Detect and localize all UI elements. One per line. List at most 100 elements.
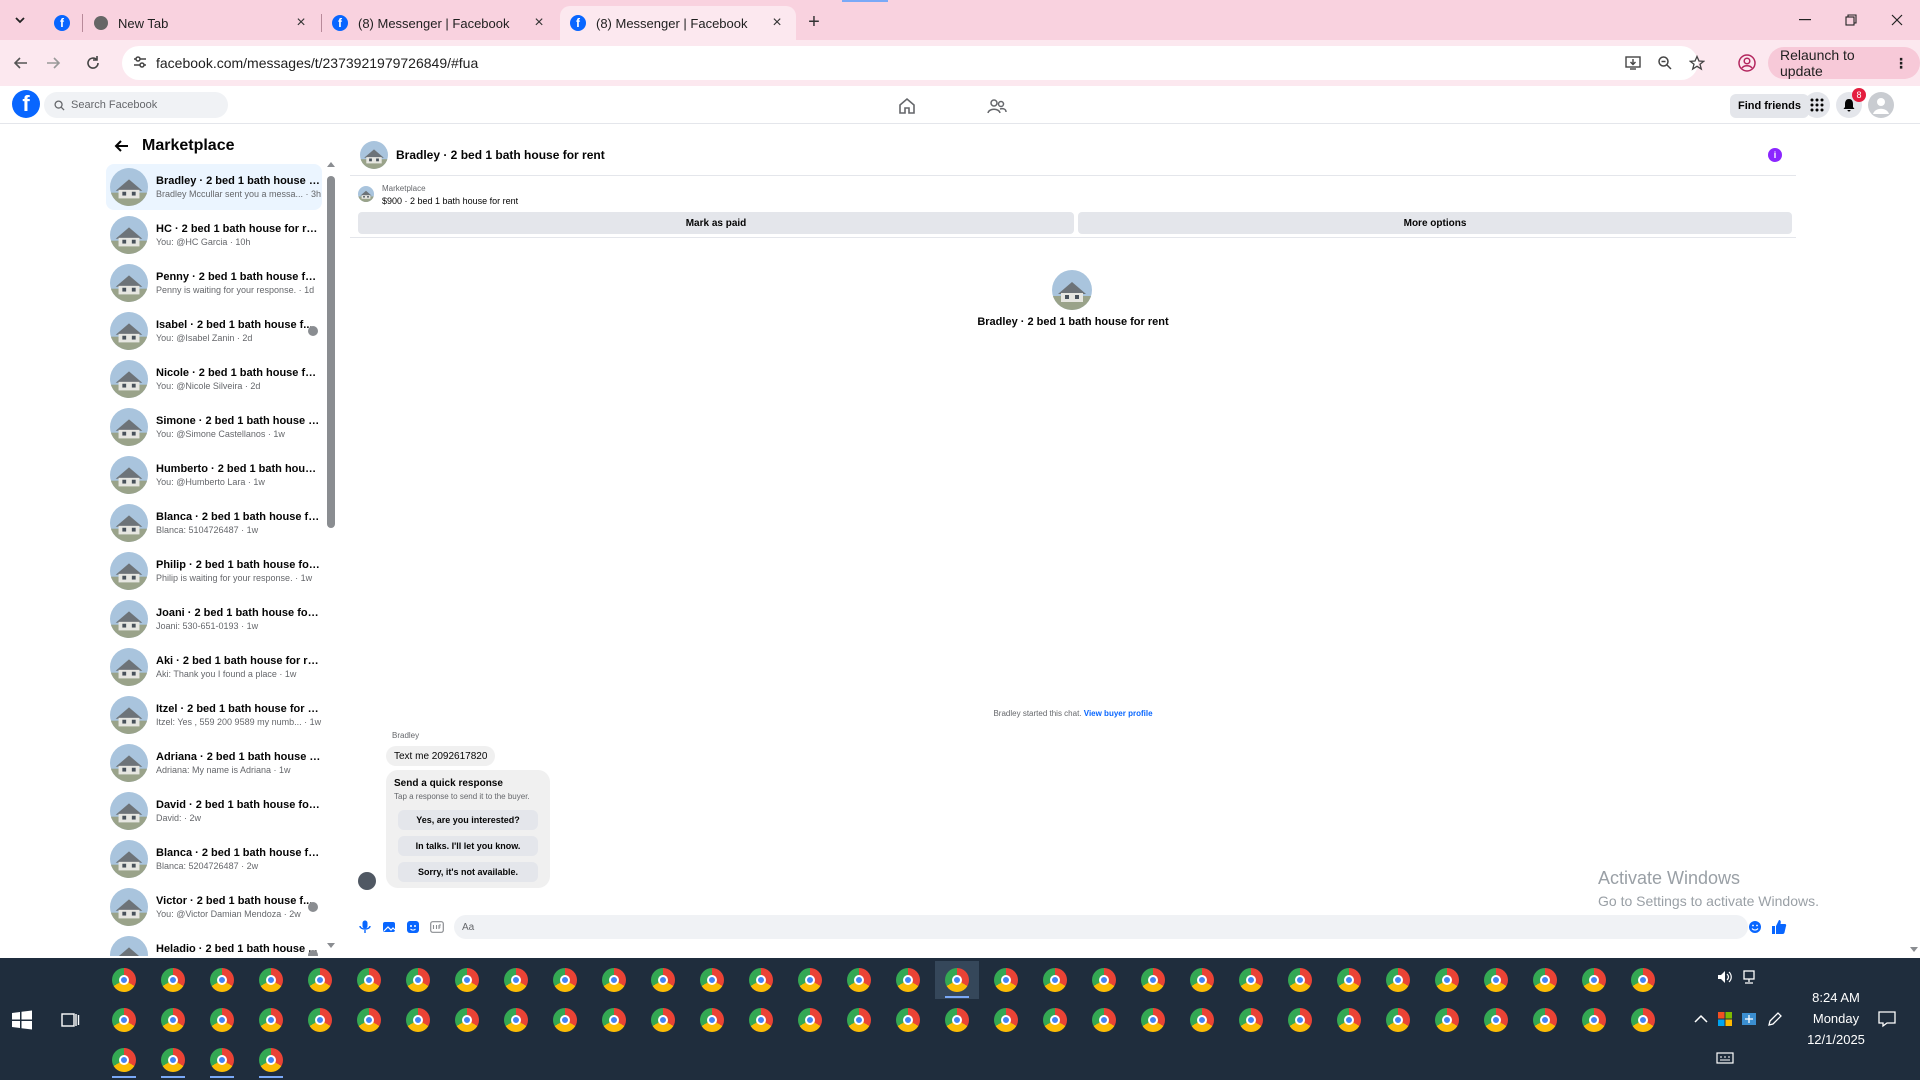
pen-icon[interactable] [1766, 1010, 1784, 1028]
taskbar-chrome-window[interactable] [1327, 961, 1371, 999]
taskbar-chrome-window[interactable] [151, 961, 195, 999]
quick-response-yes[interactable]: Yes, are you interested? [398, 810, 538, 830]
new-tab-button[interactable]: + [802, 10, 826, 34]
taskbar-chrome-window[interactable] [1474, 961, 1518, 999]
scrollbar-thumb[interactable] [327, 176, 335, 528]
tab-search-button[interactable] [8, 8, 32, 32]
listing-small-thumbnail[interactable] [358, 186, 374, 202]
taskbar-chrome-window[interactable] [298, 961, 342, 999]
taskbar-chrome-window[interactable] [298, 1001, 342, 1039]
conversation-item[interactable]: Penny · 2 bed 1 bath house for ... Penny … [106, 260, 322, 306]
conversation-item[interactable]: Aki · 2 bed 1 bath house for rent Aki: Th… [106, 644, 322, 690]
conversation-item[interactable]: Victor · 2 bed 1 bath house f... You: @Vi… [106, 884, 322, 930]
taskbar-chrome-window[interactable] [1278, 961, 1322, 999]
taskbar-chrome-window[interactable] [249, 1041, 293, 1079]
taskbar-chrome-window[interactable] [1425, 961, 1469, 999]
close-window-button[interactable] [1874, 0, 1920, 40]
taskbar-chrome-window[interactable] [347, 961, 391, 999]
taskbar-chrome-window[interactable] [788, 961, 832, 999]
taskbar-chrome-window[interactable] [1278, 1001, 1322, 1039]
thumbs-up-icon[interactable] [1770, 918, 1788, 936]
bookmark-star-icon[interactable] [1688, 54, 1706, 72]
keyboard-icon[interactable] [1716, 1050, 1734, 1068]
taskbar-chrome-window[interactable] [102, 1041, 146, 1079]
conversation-item[interactable]: Bradley · 2 bed 1 bath house fo... Bradle… [106, 164, 322, 210]
close-icon[interactable]: × [530, 14, 548, 32]
reload-button[interactable] [80, 50, 106, 76]
taskbar-chrome-window[interactable] [151, 1041, 195, 1079]
taskbar-chrome-window[interactable] [1229, 1001, 1273, 1039]
sticker-icon[interactable] [404, 918, 422, 936]
taskbar-chrome-window[interactable] [1180, 961, 1224, 999]
conversation-item[interactable]: Blanca · 2 bed 1 bath house for ... Blanc… [106, 500, 322, 546]
taskbar-chrome-window[interactable] [445, 961, 489, 999]
conversation-item[interactable]: Joani · 2 bed 1 bath house for r... Joani… [106, 596, 322, 642]
tab-new-tab[interactable]: New Tab × [84, 6, 320, 40]
home-nav-button[interactable] [896, 95, 918, 117]
taskbar-chrome-window[interactable] [200, 961, 244, 999]
relaunch-button[interactable]: Relaunch to update ⋮ [1768, 47, 1920, 79]
address-bar[interactable]: facebook.com/messages/t/2373921979726849… [122, 46, 1705, 80]
profile-button[interactable] [1734, 50, 1760, 76]
taskbar-chrome-window[interactable] [151, 1001, 195, 1039]
back-button[interactable] [8, 50, 34, 76]
taskbar-chrome-window[interactable] [1082, 1001, 1126, 1039]
quick-response-not-available[interactable]: Sorry, it's not available. [398, 862, 538, 882]
taskbar-chrome-window[interactable] [1425, 1001, 1469, 1039]
taskbar-chrome-window[interactable] [1180, 1001, 1224, 1039]
tray-app-icon[interactable] [1716, 1010, 1734, 1028]
taskbar-chrome-window[interactable] [347, 1001, 391, 1039]
conversation-item[interactable]: Humberto · 2 bed 1 bath house... You: @Hu… [106, 452, 322, 498]
start-button[interactable] [12, 1010, 34, 1032]
taskbar-chrome-window[interactable] [445, 1001, 489, 1039]
restore-button[interactable] [1828, 0, 1874, 40]
taskbar-chrome-window[interactable] [641, 961, 685, 999]
taskbar-chrome-window[interactable] [886, 961, 930, 999]
taskbar-chrome-window[interactable] [1327, 1001, 1371, 1039]
taskbar-chrome-window[interactable] [592, 961, 636, 999]
chevron-up-icon[interactable] [1692, 1010, 1710, 1028]
forward-button[interactable] [40, 50, 66, 76]
taskbar-chrome-window[interactable] [543, 1001, 587, 1039]
taskbar-chrome-window[interactable] [1082, 961, 1126, 999]
taskbar-chrome-window[interactable] [1523, 961, 1567, 999]
notification-center-icon[interactable] [1878, 1010, 1896, 1028]
taskbar-chrome-window[interactable] [396, 1001, 440, 1039]
facebook-logo-icon[interactable]: f [12, 90, 40, 118]
conversation-item[interactable]: Itzel · 2 bed 1 bath house for rent Itzel… [106, 692, 322, 738]
network-icon[interactable] [1740, 968, 1758, 986]
taskbar-chrome-window[interactable] [1621, 961, 1665, 999]
taskbar-chrome-window[interactable] [690, 961, 734, 999]
volume-icon[interactable] [1716, 968, 1734, 986]
conversation-item[interactable]: Adriana · 2 bed 1 bath house fo... Adrian… [106, 740, 322, 786]
microphone-icon[interactable] [356, 918, 374, 936]
taskbar-chrome-window[interactable] [1572, 1001, 1616, 1039]
taskbar-chrome-window[interactable] [1229, 961, 1273, 999]
taskbar-chrome-window[interactable] [592, 1001, 636, 1039]
taskbar-chrome-window[interactable] [1033, 1001, 1077, 1039]
taskbar-chrome-window[interactable] [641, 1001, 685, 1039]
taskbar-chrome-window[interactable] [494, 1001, 538, 1039]
taskbar-chrome-window[interactable] [1376, 1001, 1420, 1039]
defender-icon[interactable] [1740, 1010, 1758, 1028]
quick-response-in-talks[interactable]: In talks. I'll let you know. [398, 836, 538, 856]
conversation-list-scrollbar[interactable] [327, 160, 335, 950]
conversation-item[interactable]: Isabel · 2 bed 1 bath house f... You: @Is… [106, 308, 322, 354]
conversation-item[interactable]: HC · 2 bed 1 bath house for rent You: @HC… [106, 212, 322, 258]
taskbar-chrome-window[interactable] [690, 1001, 734, 1039]
taskbar-chrome-window[interactable] [935, 961, 979, 999]
tab-messenger-active[interactable]: f (8) Messenger | Facebook × [560, 6, 796, 40]
taskbar-chrome-window[interactable] [1572, 961, 1616, 999]
facebook-search-input[interactable]: Search Facebook [44, 92, 228, 118]
taskbar-chrome-window[interactable] [102, 1001, 146, 1039]
menu-grid-button[interactable] [1804, 92, 1830, 118]
taskbar-chrome-window[interactable] [1621, 1001, 1665, 1039]
taskbar-chrome-window[interactable] [837, 961, 881, 999]
conversation-item[interactable]: Nicole · 2 bed 1 bath house for ... You: … [106, 356, 322, 402]
taskbar-chrome-window[interactable] [984, 961, 1028, 999]
taskbar-chrome-window[interactable] [1131, 1001, 1175, 1039]
close-icon[interactable]: × [292, 14, 310, 32]
listing-avatar[interactable] [1052, 270, 1092, 310]
conversation-item[interactable]: Blanca · 2 bed 1 bath house for ... Blanc… [106, 836, 322, 882]
taskbar-chrome-window[interactable] [1523, 1001, 1567, 1039]
